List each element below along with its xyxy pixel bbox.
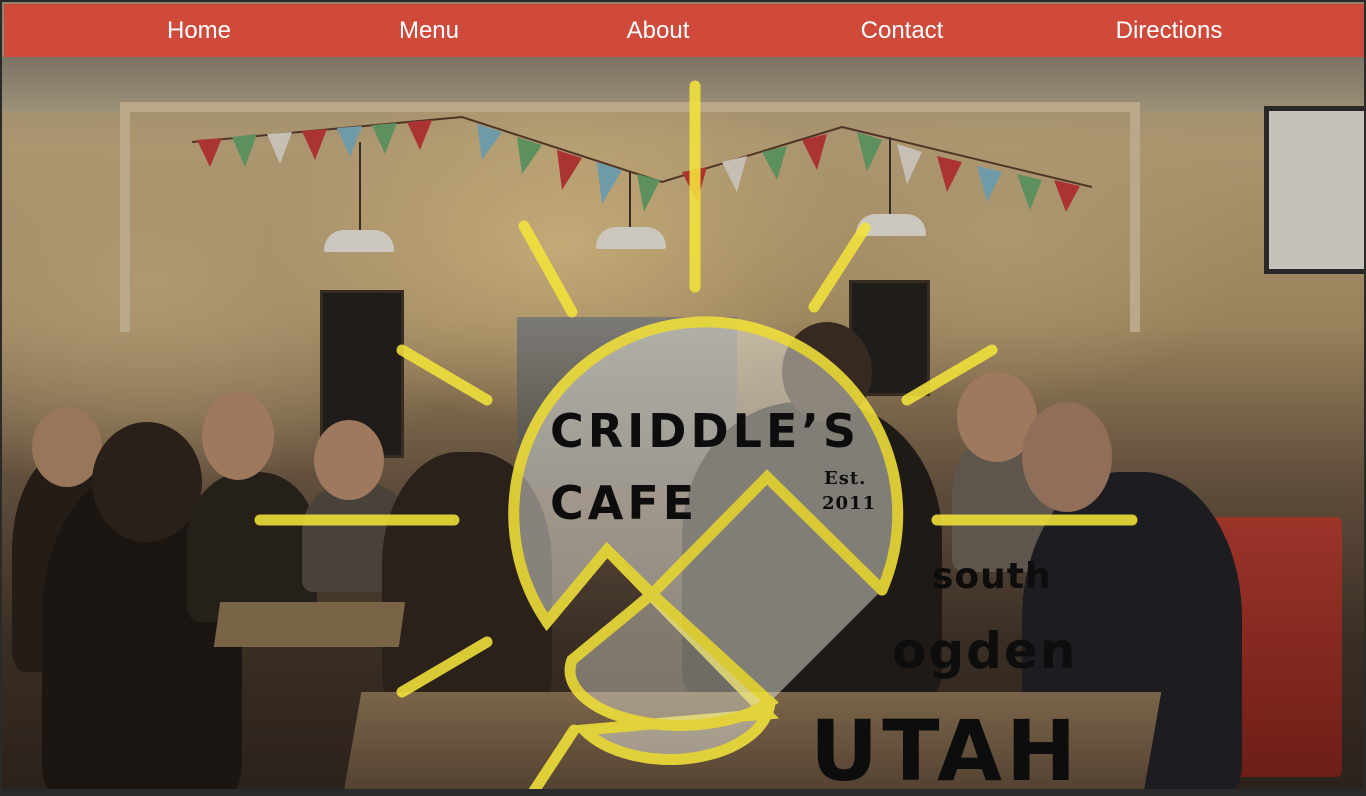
location-line-utah: UTAH — [810, 702, 1081, 796]
nav-link-home[interactable]: Home — [154, 4, 244, 57]
nav-link-directions[interactable]: Directions — [1096, 4, 1242, 57]
logo-est-year: 2011 — [822, 493, 877, 514]
logo-name-line2: CAFE — [550, 476, 699, 530]
sun-ray — [518, 220, 578, 318]
location-line-south: south — [932, 556, 1052, 597]
logo-name-line1: CRIDDLE’S — [550, 404, 861, 458]
nav-link-menu[interactable]: Menu — [384, 4, 474, 57]
sun-ray — [396, 636, 493, 698]
location-line-ogden: ogden — [892, 622, 1078, 680]
nav-link-contact[interactable]: Contact — [842, 4, 962, 57]
sun-ray — [808, 222, 871, 313]
sun-logo-graphic — [254, 80, 1138, 789]
sun-ray — [901, 344, 998, 406]
top-nav-bar: Home Menu About Contact Directions — [4, 4, 1364, 57]
nav-link-about[interactable]: About — [610, 4, 706, 57]
sun-ray — [396, 344, 493, 406]
page-frame: CRIDDLE’S CAFE Est. 2011 south ogden UTA… — [0, 0, 1366, 796]
sun-ray — [528, 724, 580, 789]
logo-est-label: Est. — [824, 468, 867, 489]
